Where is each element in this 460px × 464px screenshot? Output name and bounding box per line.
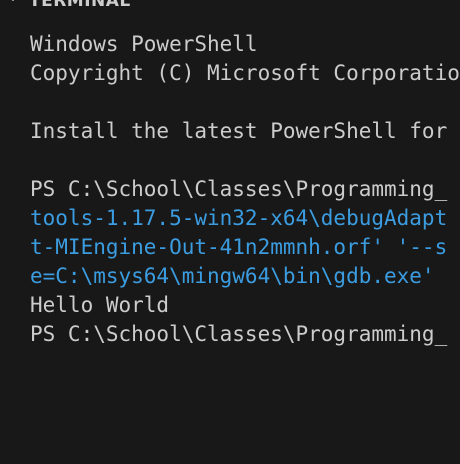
terminal-prompt: PS C:\School\Classes\Programming_	[30, 322, 448, 346]
terminal-panel: TERMINAL Windows PowerShell Copyright (C…	[0, 0, 460, 464]
program-output: Hello World	[30, 293, 170, 317]
terminal-line: Windows PowerShell	[30, 32, 258, 56]
chevron-down-icon[interactable]	[6, 0, 20, 5]
terminal-line: Install the latest PowerShell for	[30, 119, 448, 143]
terminal-line: Copyright (C) Microsoft Corporatio	[30, 61, 460, 85]
panel-title[interactable]: TERMINAL	[29, 0, 131, 11]
terminal-command-line: tools-1.17.5-win32-x64\debugAdapt	[30, 206, 448, 230]
terminal-command-line: e=C:\msys64\mingw64\bin\gdb.exe'	[30, 264, 435, 288]
terminal-command-line: t-MIEngine-Out-41n2mmnh.orf' '--s	[30, 235, 448, 259]
terminal-output[interactable]: Windows PowerShell Copyright (C) Microso…	[0, 30, 460, 464]
panel-header[interactable]: TERMINAL	[0, 0, 460, 18]
terminal-prompt: PS C:\School\Classes\Programming_	[30, 177, 448, 201]
